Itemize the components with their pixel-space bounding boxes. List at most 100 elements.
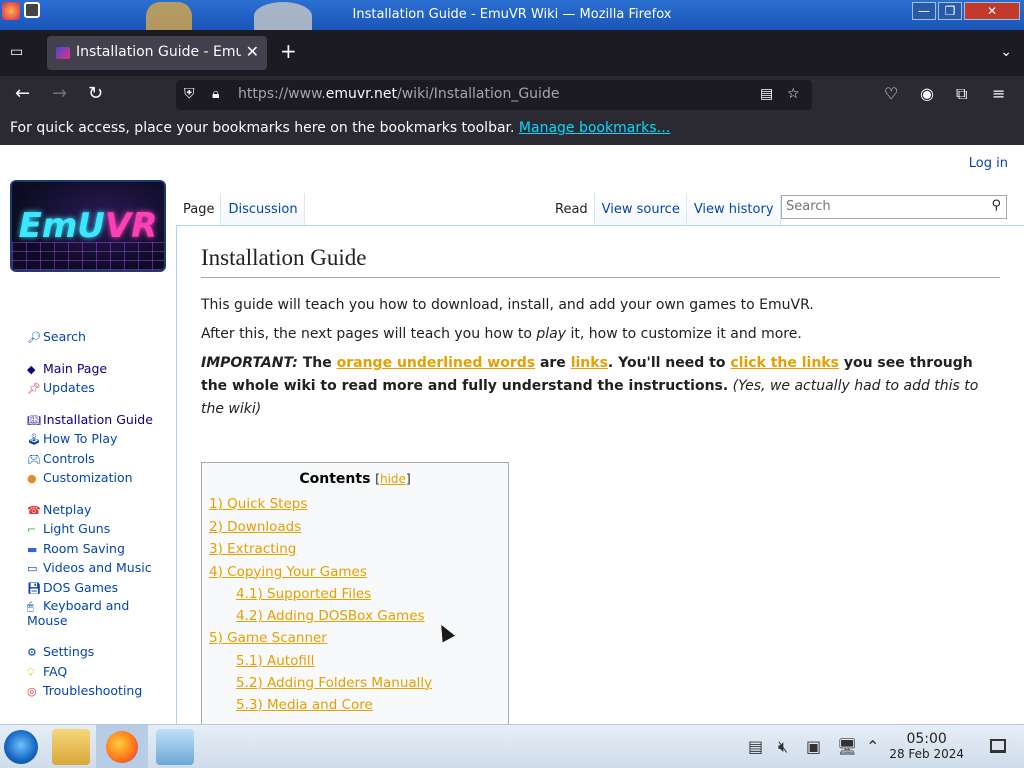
url-text[interactable]: https://www.emuvr.net/wiki/Installation_…: [238, 86, 559, 102]
emuvr-logo[interactable]: EmUVR: [10, 180, 166, 272]
bookmarks-message: For quick access, place your bookmarks h…: [10, 120, 515, 136]
sidebar-item-light-guns[interactable]: ⌐ Light Guns: [27, 519, 167, 539]
menu-icon[interactable]: ≡: [992, 84, 1005, 103]
sidebar-item-room-saving[interactable]: ▬ Room Saving: [27, 539, 167, 559]
login-link[interactable]: Log in: [969, 156, 1008, 171]
tab-view-history[interactable]: View history: [686, 193, 781, 225]
wiki-search-input[interactable]: Search ⚲: [781, 195, 1007, 219]
toc-entry[interactable]: 3) Extracting: [209, 538, 501, 561]
window-titlebar: Installation Guide - EmuVR Wiki — Mozill…: [0, 0, 1024, 30]
room-icon: ▬: [27, 542, 38, 556]
extensions-icon[interactable]: ⧉: [956, 84, 967, 104]
pocket-icon[interactable]: ♡: [884, 84, 898, 103]
tab-view-source[interactable]: View source: [594, 193, 687, 225]
intro-paragraph: This guide will teach you how to downloa…: [201, 297, 814, 313]
click-the-links-link[interactable]: click the links: [730, 355, 839, 371]
sidebar-item-dos-games[interactable]: 💾︎ DOS Games: [27, 578, 167, 598]
tab-overflow-chevron-icon[interactable]: ⌄: [1000, 44, 1012, 60]
namespace-tabs: Page Discussion: [176, 193, 305, 225]
gem-icon: ◆: [27, 362, 36, 376]
window-title: Installation Guide - EmuVR Wiki — Mozill…: [352, 7, 672, 22]
firefox-taskbar-icon[interactable]: [96, 725, 148, 768]
toc-entry[interactable]: 4) Copying Your Games: [209, 561, 501, 584]
account-icon[interactable]: ◉: [920, 84, 934, 103]
tab-read[interactable]: Read: [548, 193, 595, 225]
book-icon: 📖︎: [27, 413, 41, 427]
toc-entry[interactable]: 5) Game Scanner: [209, 627, 501, 650]
tab-installation-guide[interactable]: Installation Guide - EmuVR Wiki ✕: [47, 36, 267, 70]
reload-icon[interactable]: ↻: [88, 84, 103, 104]
tab-discussion[interactable]: Discussion: [221, 193, 305, 225]
minimize-button[interactable]: —: [912, 2, 936, 20]
list-all-tabs-icon[interactable]: ▭: [10, 44, 28, 60]
toc-entry[interactable]: 5.2) Adding Folders Manually: [209, 672, 501, 694]
clipboard-icon[interactable]: ▤: [748, 737, 763, 756]
search-icon[interactable]: ⚲: [991, 198, 1001, 213]
sidebar-item-troubleshooting[interactable]: ◎ Troubleshooting: [27, 681, 167, 701]
sidebar-item-main-page[interactable]: ◆ Main Page: [27, 359, 167, 379]
show-desktop-icon[interactable]: [990, 739, 1006, 753]
joystick-icon: 🕹︎: [27, 433, 41, 446]
url-bar[interactable]: ⛨ 🔒︎ https://www.emuvr.net/wiki/Installa…: [176, 80, 812, 110]
lock-icon[interactable]: 🔒︎: [212, 86, 219, 102]
tab-close-icon[interactable]: ✕: [246, 42, 259, 61]
toc-entry[interactable]: 1) Quick Steps: [209, 493, 501, 516]
logo-text: EmUVR: [18, 206, 158, 246]
important-paragraph: IMPORTANT: The orange underlined words a…: [201, 355, 979, 417]
sidebar-item-installation-guide[interactable]: 📖︎ Installation Guide: [27, 410, 167, 430]
magnifier-icon: 🔎︎: [27, 331, 41, 344]
maximize-button[interactable]: ❐: [938, 2, 962, 20]
sidebar-item-videos-and-music[interactable]: ▭ Videos and Music: [27, 558, 167, 578]
logo-grid: [12, 242, 164, 270]
target-icon: ◎: [27, 685, 37, 698]
sidebar-item-faq[interactable]: 💡︎ FAQ: [27, 662, 167, 682]
new-tab-button[interactable]: +: [280, 41, 297, 61]
telephone-icon: ☎: [27, 503, 41, 517]
tray-expand-icon[interactable]: ⌃: [866, 737, 879, 756]
window-controls: — ❐ ✕: [912, 2, 1020, 20]
toc-entry[interactable]: 4.1) Supported Files: [209, 583, 501, 605]
toc-entry[interactable]: 2) Downloads: [209, 516, 501, 539]
manage-bookmarks-link[interactable]: Manage bookmarks…: [519, 120, 671, 136]
sidebar-item-keyboard-and-mouse[interactable]: 🖱︎ Keyboard and Mouse: [27, 597, 167, 628]
sidebar-item-search[interactable]: 🔎︎ Search: [27, 327, 167, 347]
toc-entry[interactable]: 5.3) Media and Core: [209, 694, 501, 716]
close-button[interactable]: ✕: [964, 2, 1020, 20]
sidebar: 🔎︎ Search ◆ Main Page 📌︎ Updates 📖︎ Installa…: [27, 327, 167, 701]
orange-words-link[interactable]: orange underlined words: [337, 355, 535, 371]
display-icon[interactable]: ▣: [806, 737, 821, 756]
lightbulb-icon: 💡︎: [27, 665, 35, 679]
tab-title: Installation Guide - EmuVR Wiki: [76, 44, 241, 60]
volume-muted-icon[interactable]: 🔇︎: [778, 737, 788, 757]
file-manager-icon[interactable]: [52, 729, 90, 765]
tracking-shield-icon[interactable]: ⛨: [184, 86, 195, 102]
network-icon[interactable]: 🖥︎: [837, 737, 857, 756]
gear-icon: ⚙: [27, 646, 37, 659]
system-monitor-icon[interactable]: [156, 729, 194, 765]
clock[interactable]: 05:00 28 Feb 2024: [889, 731, 964, 761]
toc-entry[interactable]: 4.2) Adding DOSBox Games: [209, 605, 501, 627]
links-link[interactable]: links: [571, 355, 608, 371]
gamepad-icon: 🎮︎: [27, 452, 41, 466]
reader-view-icon[interactable]: ▤: [760, 86, 773, 102]
sidebar-item-updates[interactable]: 📌︎ Updates: [27, 378, 167, 398]
clock-time: 05:00: [906, 731, 947, 747]
page-content: Log in EmUVR Page Discussion Read View s…: [0, 145, 1024, 724]
search-placeholder: Search: [786, 199, 831, 214]
toc-hide-link[interactable]: hide: [380, 472, 406, 486]
toc-entry[interactable]: 5.1) Autofill: [209, 650, 501, 672]
tab-page[interactable]: Page: [176, 193, 222, 225]
cassette-icon: ▭: [27, 562, 38, 575]
bookmarks-toolbar: For quick access, place your bookmarks h…: [0, 114, 1024, 145]
forward-arrow-icon[interactable]: →: [52, 84, 67, 104]
sidebar-item-settings[interactable]: ⚙ Settings: [27, 642, 167, 662]
sidebar-item-how-to-play[interactable]: 🕹︎ How To Play: [27, 429, 167, 449]
view-tabs: Read View source View history: [548, 193, 781, 225]
sidebar-item-controls[interactable]: 🎮︎ Controls: [27, 449, 167, 469]
back-arrow-icon[interactable]: ←: [15, 84, 30, 104]
bookmark-star-icon[interactable]: ☆: [787, 86, 800, 102]
tab-bar: ▭ Installation Guide - EmuVR Wiki ✕ + ⌄: [0, 30, 1024, 76]
sidebar-item-customization[interactable]: ● Customization: [27, 468, 167, 488]
start-menu-icon[interactable]: [4, 730, 38, 764]
sidebar-item-netplay[interactable]: ☎ Netplay: [27, 500, 167, 520]
